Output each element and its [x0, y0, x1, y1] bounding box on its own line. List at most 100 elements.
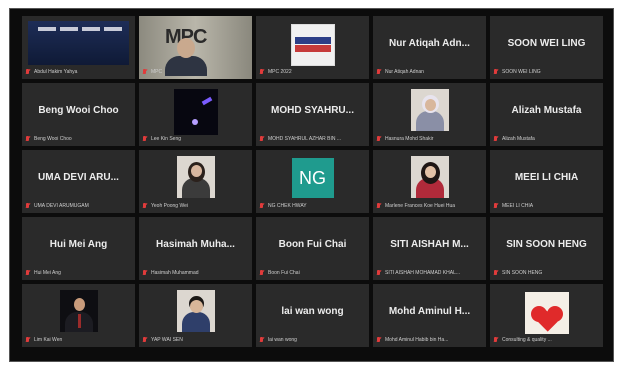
- screen-share-thumbnail: [28, 21, 129, 65]
- participant-name-label: Abdul Hakim Yahya: [25, 68, 132, 76]
- participant-tile[interactable]: Hui Mei Ang Hui Mei Ang: [22, 217, 135, 280]
- muted-mic-icon: [493, 203, 499, 209]
- participant-tile[interactable]: Boon Fui Chai Boon Fui Chai: [256, 217, 369, 280]
- participant-name-label: SOON WEI LING: [493, 68, 600, 76]
- muted-mic-icon: [259, 136, 265, 142]
- participant-display-name: MOHD SYAHRU...: [271, 105, 354, 116]
- muted-mic-icon: [25, 270, 31, 276]
- muted-mic-icon: [376, 69, 382, 75]
- participant-tile[interactable]: Beng Wooi Choo Beng Wooi Choo: [22, 83, 135, 146]
- participant-tile[interactable]: Lee Kin Seng: [139, 83, 252, 146]
- participant-name-label: UMA DEVI ARUMUGAM: [25, 202, 132, 210]
- profile-photo: [410, 156, 449, 198]
- participant-tile[interactable]: YAP WAI SEN: [139, 284, 252, 347]
- muted-mic-icon: [142, 69, 148, 75]
- participant-name-label: lai wan wong: [259, 336, 366, 344]
- participant-name-label: Alizah Mustafa: [493, 135, 600, 143]
- participant-tile[interactable]: lai wan wong lai wan wong: [256, 284, 369, 347]
- participant-name-label: Yeoh Poong Wei: [142, 202, 249, 210]
- participant-tile[interactable]: MEEI LI CHIA MEEI LI CHIA: [490, 150, 603, 213]
- participant-tile[interactable]: Marlene Frances Koe Huei Hua: [373, 150, 486, 213]
- participant-name-label: MPC: [142, 68, 249, 76]
- participant-name-label: MEEI LI CHIA: [493, 202, 600, 210]
- participant-video: [173, 89, 218, 135]
- participant-name-label: YAP WAI SEN: [142, 336, 249, 344]
- muted-mic-icon: [376, 337, 382, 343]
- participant-name-label: MPC 2022: [259, 68, 366, 76]
- participant-name-label: Beng Wooi Choo: [25, 135, 132, 143]
- participant-tile[interactable]: Hasimah Muha... Hasimah Muhammad: [139, 217, 252, 280]
- participant-display-name: UMA DEVI ARU...: [38, 172, 119, 183]
- profile-photo: [59, 290, 98, 332]
- participant-display-name: Beng Wooi Choo: [38, 105, 119, 116]
- profile-photo: [176, 156, 215, 198]
- muted-mic-icon: [493, 136, 499, 142]
- participant-display-name: Alizah Mustafa: [511, 105, 582, 116]
- participant-name-label: Consulting & quality ...: [493, 336, 600, 344]
- participant-name-label: NG CHEK HWAY: [259, 202, 366, 210]
- participant-tile[interactable]: MOHD SYAHRU... MOHD SYAHRUL AZHAR BIN ..…: [256, 83, 369, 146]
- participant-tile[interactable]: Mohd Aminul H... Mohd Aminul Habib bin H…: [373, 284, 486, 347]
- muted-mic-icon: [25, 337, 31, 343]
- initials-avatar: NG: [291, 158, 334, 198]
- participant-name-label: Boon Fui Chai: [259, 269, 366, 277]
- participant-tile[interactable]: NG NG CHEK HWAY: [256, 150, 369, 213]
- muted-mic-icon: [493, 270, 499, 276]
- muted-mic-icon: [376, 203, 382, 209]
- participant-tile[interactable]: SITI AISHAH M... SITI AISHAH MOHAMAD KHA…: [373, 217, 486, 280]
- logo-avatar: [524, 292, 569, 334]
- participant-display-name: MEEI LI CHIA: [514, 172, 579, 183]
- muted-mic-icon: [376, 136, 382, 142]
- participant-tile[interactable]: UMA DEVI ARU... UMA DEVI ARUMUGAM: [22, 150, 135, 213]
- participant-name-label: Hui Mei Ang: [25, 269, 132, 277]
- participant-tile[interactable]: Consulting & quality ...: [490, 284, 603, 347]
- participant-tile[interactable]: Lim Kai Wen: [22, 284, 135, 347]
- participant-name-label: Hasimah Muhammad: [142, 269, 249, 277]
- participant-tile[interactable]: Yeoh Poong Wei: [139, 150, 252, 213]
- participant-display-name: Hasimah Muha...: [156, 239, 235, 250]
- participant-tile[interactable]: Alizah Mustafa Alizah Mustafa: [490, 83, 603, 146]
- participant-tile[interactable]: MPC 2022: [256, 16, 369, 79]
- participant-grid: Abdul Hakim Yahya MPC MPC MPC 2022 Nur A…: [22, 16, 603, 347]
- muted-mic-icon: [259, 203, 265, 209]
- participant-name-label: Nur Atiqah Adnan: [376, 68, 483, 76]
- participant-display-name: lai wan wong: [281, 306, 344, 317]
- muted-mic-icon: [25, 69, 31, 75]
- muted-mic-icon: [25, 136, 31, 142]
- profile-photo: [176, 290, 215, 332]
- participant-name-label: Marlene Frances Koe Huei Hua: [376, 202, 483, 210]
- participant-tile[interactable]: SOON WEI LING SOON WEI LING: [490, 16, 603, 79]
- muted-mic-icon: [259, 337, 265, 343]
- muted-mic-icon: [142, 136, 148, 142]
- muted-mic-icon: [25, 203, 31, 209]
- muted-mic-icon: [493, 337, 499, 343]
- participant-display-name: Nur Atiqah Adn...: [389, 38, 470, 49]
- participant-name-label: MOHD SYAHRUL AZHAR BIN ...: [259, 135, 366, 143]
- muted-mic-icon: [142, 337, 148, 343]
- participant-display-name: SITI AISHAH M...: [390, 239, 469, 250]
- participant-name-label: Lee Kin Seng: [142, 135, 249, 143]
- muted-mic-icon: [376, 270, 382, 276]
- participant-name-label: SIN SOON HENG: [493, 269, 600, 277]
- profile-photo: [410, 89, 449, 131]
- muted-mic-icon: [259, 270, 265, 276]
- person-head: [177, 38, 195, 58]
- muted-mic-icon: [142, 203, 148, 209]
- muted-mic-icon: [259, 69, 265, 75]
- participant-name-label: Lim Kai Wen: [25, 336, 132, 344]
- participant-tile[interactable]: Abdul Hakim Yahya: [22, 16, 135, 79]
- participant-tile[interactable]: SIN SOON HENG SIN SOON HENG: [490, 217, 603, 280]
- participant-display-name: Mohd Aminul H...: [388, 306, 471, 317]
- muted-mic-icon: [142, 270, 148, 276]
- participant-display-name: Hui Mei Ang: [49, 239, 108, 250]
- participant-tile[interactable]: Nur Atiqah Adn... Nur Atiqah Adnan: [373, 16, 486, 79]
- participant-display-name: SOON WEI LING: [507, 38, 586, 49]
- participant-display-name: Boon Fui Chai: [278, 239, 347, 250]
- participant-tile[interactable]: Hasnura Mohd Shakir: [373, 83, 486, 146]
- participant-tile-active-speaker[interactable]: MPC MPC: [139, 16, 252, 79]
- participant-name-label: Hasnura Mohd Shakir: [376, 135, 483, 143]
- participant-name-label: Mohd Aminul Habib bin Ha...: [376, 336, 483, 344]
- muted-mic-icon: [493, 69, 499, 75]
- participant-display-name: SIN SOON HENG: [506, 239, 587, 250]
- logo-avatar: [290, 24, 335, 66]
